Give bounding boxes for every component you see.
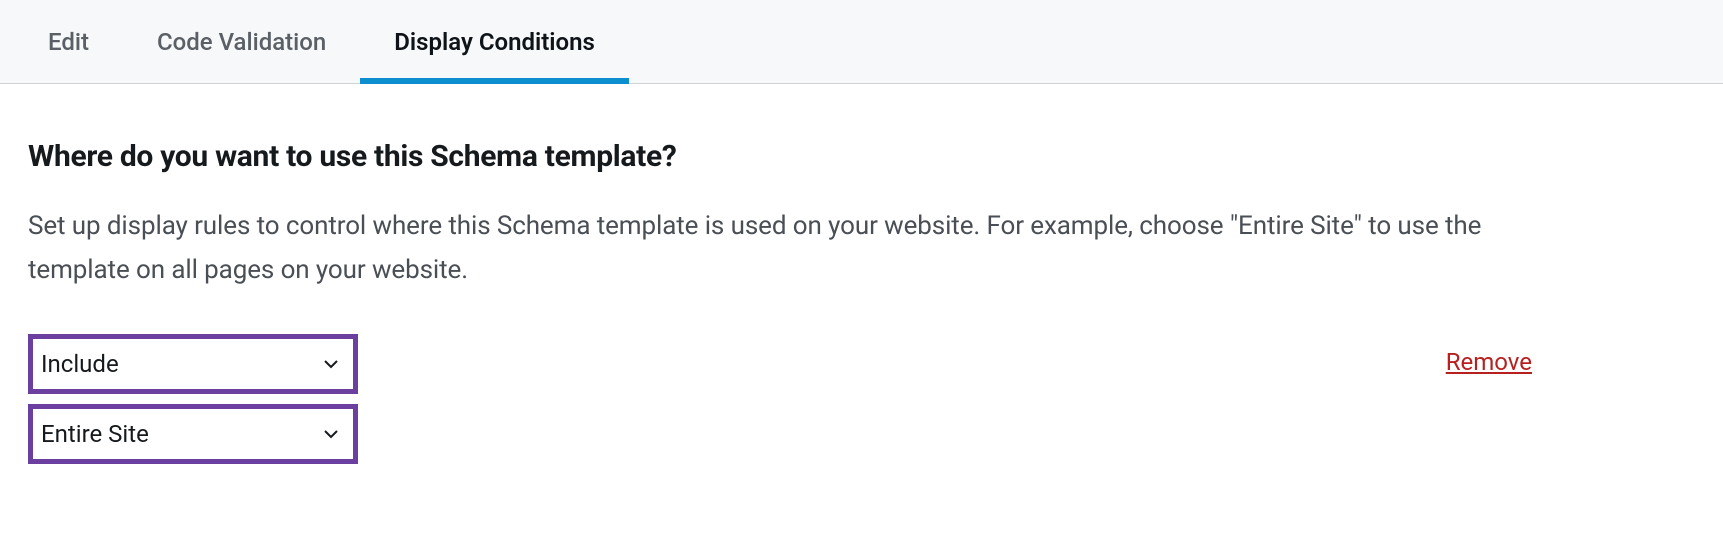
remove-link[interactable]: Remove (1446, 348, 1532, 376)
scope-select-value: Entire Site (41, 420, 149, 448)
tab-label: Edit (48, 28, 89, 56)
tab-code-validation[interactable]: Code Validation (123, 0, 360, 83)
scope-select[interactable]: Entire Site (28, 404, 358, 464)
chevron-down-icon (323, 426, 339, 442)
content-area: Where do you want to use this Schema tem… (0, 84, 1560, 504)
tab-bar: Edit Code Validation Display Conditions (0, 0, 1723, 84)
selects-group: Include Entire Site (28, 334, 358, 464)
tab-display-conditions[interactable]: Display Conditions (360, 0, 629, 83)
rule-row: Include Entire Site Remove (28, 334, 1532, 464)
section-heading: Where do you want to use this Schema tem… (28, 139, 1532, 174)
tab-edit[interactable]: Edit (30, 0, 123, 83)
tab-label: Display Conditions (394, 28, 595, 56)
tab-label: Code Validation (157, 28, 326, 56)
section-description: Set up display rules to control where th… (28, 204, 1532, 292)
chevron-down-icon (323, 356, 339, 372)
include-select-value: Include (41, 350, 119, 378)
include-select[interactable]: Include (28, 334, 358, 394)
